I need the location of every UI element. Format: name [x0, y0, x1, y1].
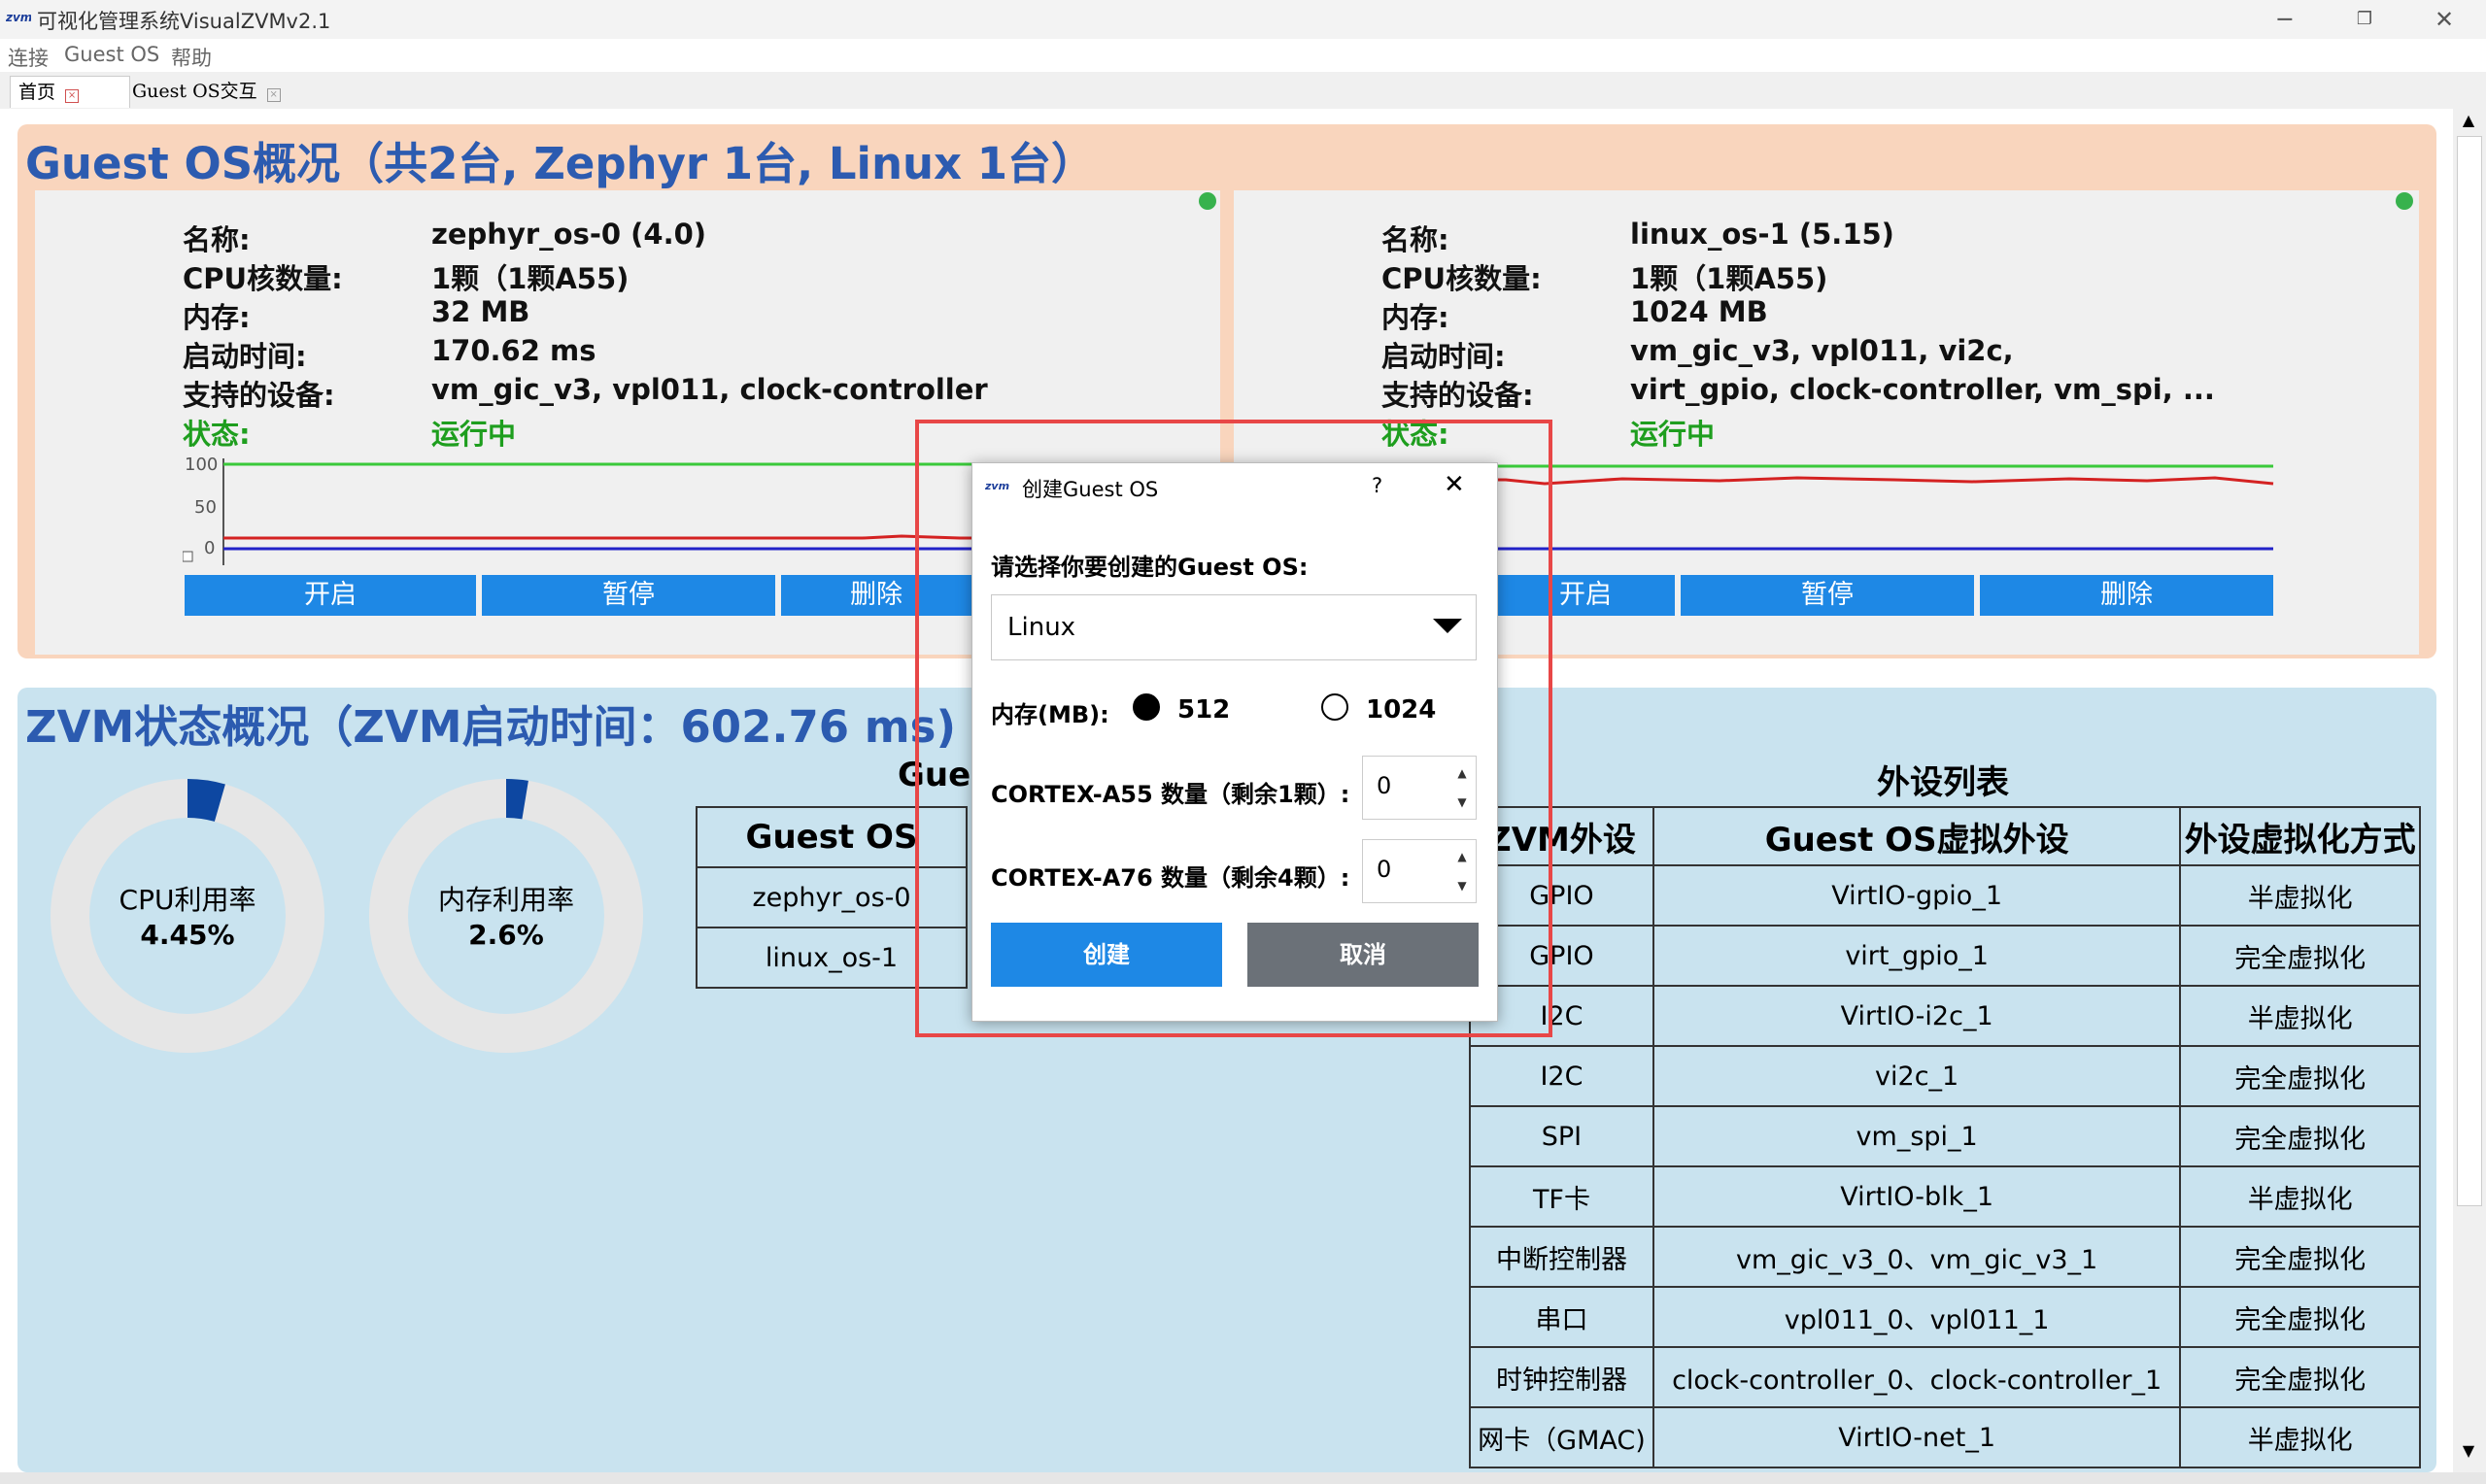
- label-boot: 启动时间:: [1381, 340, 1506, 373]
- label-cpu: CPU核数量:: [1381, 262, 1542, 295]
- menu-connect[interactable]: 连接: [8, 43, 49, 72]
- cell: 半虚拟化: [2179, 1406, 2421, 1468]
- cell: 半虚拟化: [2179, 1165, 2421, 1228]
- cell: virt_gpio_1: [1652, 925, 2182, 987]
- vm-cpu: 1颗（1颗A55): [431, 262, 630, 295]
- cell: clock-controller_0、clock-controller_1: [1652, 1346, 2182, 1408]
- cell: 半虚拟化: [2179, 864, 2421, 927]
- tab-guest-os-interaction[interactable]: Guest OS交互 ×: [124, 76, 315, 107]
- label-devices: 支持的设备:: [1381, 379, 1534, 412]
- label-mem: 内存:: [183, 301, 251, 334]
- cell: 时钟控制器: [1469, 1346, 1654, 1408]
- scroll-down-icon[interactable]: ▼: [2457, 1441, 2480, 1465]
- mem-usage-value: 2.6%: [468, 919, 544, 951]
- label-cpu: CPU核数量:: [183, 262, 343, 295]
- table-row: GPIO virt_gpio_1 完全虚拟化: [1469, 925, 2421, 987]
- scroll-up-icon[interactable]: ▲: [2457, 111, 2480, 134]
- svg-text:zvm: zvm: [6, 11, 31, 24]
- vm-boot: 170.62 ms: [431, 334, 596, 367]
- cell: 完全虚拟化: [2179, 1286, 2421, 1348]
- cell: 完全虚拟化: [2179, 1226, 2421, 1288]
- vm-cpu: 1颗（1颗A55): [1630, 262, 1828, 295]
- cell: 半虚拟化: [2179, 985, 2421, 1047]
- table-row: I2C vi2c_1 完全虚拟化: [1469, 1045, 2421, 1107]
- vm-devices: vm_gic_v3, vpl011, clock-controller: [431, 373, 988, 406]
- pause-button[interactable]: 暂停: [1681, 575, 1974, 616]
- guest-os-title: Guest OS概况（共2台, Zephyr 1台, Linux 1台）: [25, 138, 1096, 189]
- cell: 中断控制器: [1469, 1226, 1654, 1288]
- tab-close-icon[interactable]: ×: [266, 88, 281, 102]
- window-title: 可视化管理系统VisualZVMv2.1: [37, 10, 331, 33]
- status-bar: [0, 1472, 2486, 1484]
- cpu-usage-value: 4.45%: [140, 919, 235, 951]
- delete-button[interactable]: 删除: [1980, 575, 2273, 616]
- cell: VirtIO-blk_1: [1652, 1165, 2182, 1228]
- cell: vm_gic_v3_0、vm_gic_v3_1: [1652, 1226, 2182, 1288]
- table-row: 网卡（GMAC) VirtIO-net_1 半虚拟化: [1469, 1406, 2421, 1468]
- table-row: GPIO VirtIO-gpio_1 半虚拟化: [1469, 864, 2421, 927]
- cell: vm_spi_1: [1652, 1105, 2182, 1167]
- cell: VirtIO-net_1: [1652, 1406, 2182, 1468]
- cell: 串口: [1469, 1286, 1654, 1348]
- vm-status: 运行中: [1630, 418, 1716, 451]
- pause-button[interactable]: 暂停: [482, 575, 775, 616]
- status-dot-icon: [1199, 192, 1216, 210]
- vm-mem: 1024 MB: [1630, 295, 1768, 328]
- peripheral-header: Guest OS虚拟外设: [1652, 806, 2182, 866]
- title-bar: zvm 可视化管理系统VisualZVMv2.1: [0, 0, 2486, 39]
- cell: VirtIO-gpio_1: [1652, 864, 2182, 927]
- zvm-status-title: ZVM状态概况（ZVM启动时间：602.76 ms): [25, 701, 957, 753]
- cell: 完全虚拟化: [2179, 925, 2421, 987]
- cell: 完全虚拟化: [2179, 1346, 2421, 1408]
- peripheral-table-caption: 外设列表: [1877, 763, 2009, 802]
- table-row: 时钟控制器 clock-controller_0、clock-controller…: [1469, 1346, 2421, 1408]
- table-row: I2C VirtIO-i2c_1 半虚拟化: [1469, 985, 2421, 1047]
- table-row: 中断控制器 vm_gic_v3_0、vm_gic_v3_1 完全虚拟化: [1469, 1226, 2421, 1288]
- visualzvm-logo-icon: zvm: [5, 10, 32, 25]
- table-row: 串口 vpl011_0、vpl011_1 完全虚拟化: [1469, 1286, 2421, 1348]
- cell: SPI: [1469, 1105, 1654, 1167]
- start-button[interactable]: 开启: [185, 575, 476, 616]
- cell: vi2c_1: [1652, 1045, 2182, 1107]
- peripheral-table: ZVM外设 Guest OS虚拟外设 外设虚拟化方式 GPIO VirtIO-gp…: [1469, 806, 2421, 1468]
- label-mem: 内存:: [1381, 301, 1449, 334]
- label-name: 名称:: [183, 223, 251, 256]
- cell: I2C: [1469, 1045, 1654, 1107]
- highlight-box: [915, 420, 1552, 1037]
- scrollbar-thumb[interactable]: [2457, 136, 2482, 1206]
- tab-home[interactable]: 首页 ×: [10, 76, 130, 108]
- cell: vpl011_0、vpl011_1: [1652, 1286, 2182, 1348]
- cpu-usage-label: CPU利用率: [119, 884, 256, 916]
- table-row: SPI vm_spi_1 完全虚拟化: [1469, 1105, 2421, 1167]
- vm-devices-continued: virt_gpio, clock-controller, vm_spi, ...: [1630, 373, 2215, 406]
- cell: 完全虚拟化: [2179, 1045, 2421, 1107]
- restore-icon[interactable]: ❐: [2326, 0, 2403, 39]
- vm-status: 运行中: [431, 418, 517, 451]
- tab-guest-label: Guest OS交互: [132, 81, 257, 102]
- vm-devices: vm_gic_v3, vpl011, vi2c,: [1630, 334, 2014, 367]
- vm-mem: 32 MB: [431, 295, 530, 328]
- menu-bar: [0, 39, 2486, 72]
- minimize-icon[interactable]: ─: [2246, 0, 2324, 39]
- label-status: 状态:: [183, 418, 251, 451]
- tab-bar: [0, 72, 2486, 109]
- peripheral-header: 外设虚拟化方式: [2179, 806, 2421, 866]
- vm-name: zephyr_os-0 (4.0): [431, 218, 707, 251]
- vm-name: linux_os-1 (5.15): [1630, 218, 1894, 251]
- cell: 网卡（GMAC): [1469, 1406, 1654, 1468]
- label-name: 名称:: [1381, 223, 1449, 256]
- table-row: TF卡 VirtIO-blk_1 半虚拟化: [1469, 1165, 2421, 1228]
- menu-guest-os[interactable]: Guest OS: [64, 43, 159, 66]
- tab-close-icon[interactable]: ×: [65, 89, 80, 103]
- status-dot-icon: [2396, 192, 2413, 210]
- menu-help[interactable]: 帮助: [171, 43, 212, 72]
- cell: 完全虚拟化: [2179, 1105, 2421, 1167]
- tab-home-label: 首页: [18, 82, 56, 103]
- label-devices: 支持的设备:: [183, 379, 335, 412]
- cell: VirtIO-i2c_1: [1652, 985, 2182, 1047]
- mem-usage-label: 内存利用率: [437, 884, 574, 916]
- cell: TF卡: [1469, 1165, 1654, 1228]
- close-window-icon[interactable]: ✕: [2405, 0, 2483, 39]
- label-boot: 启动时间:: [183, 340, 307, 373]
